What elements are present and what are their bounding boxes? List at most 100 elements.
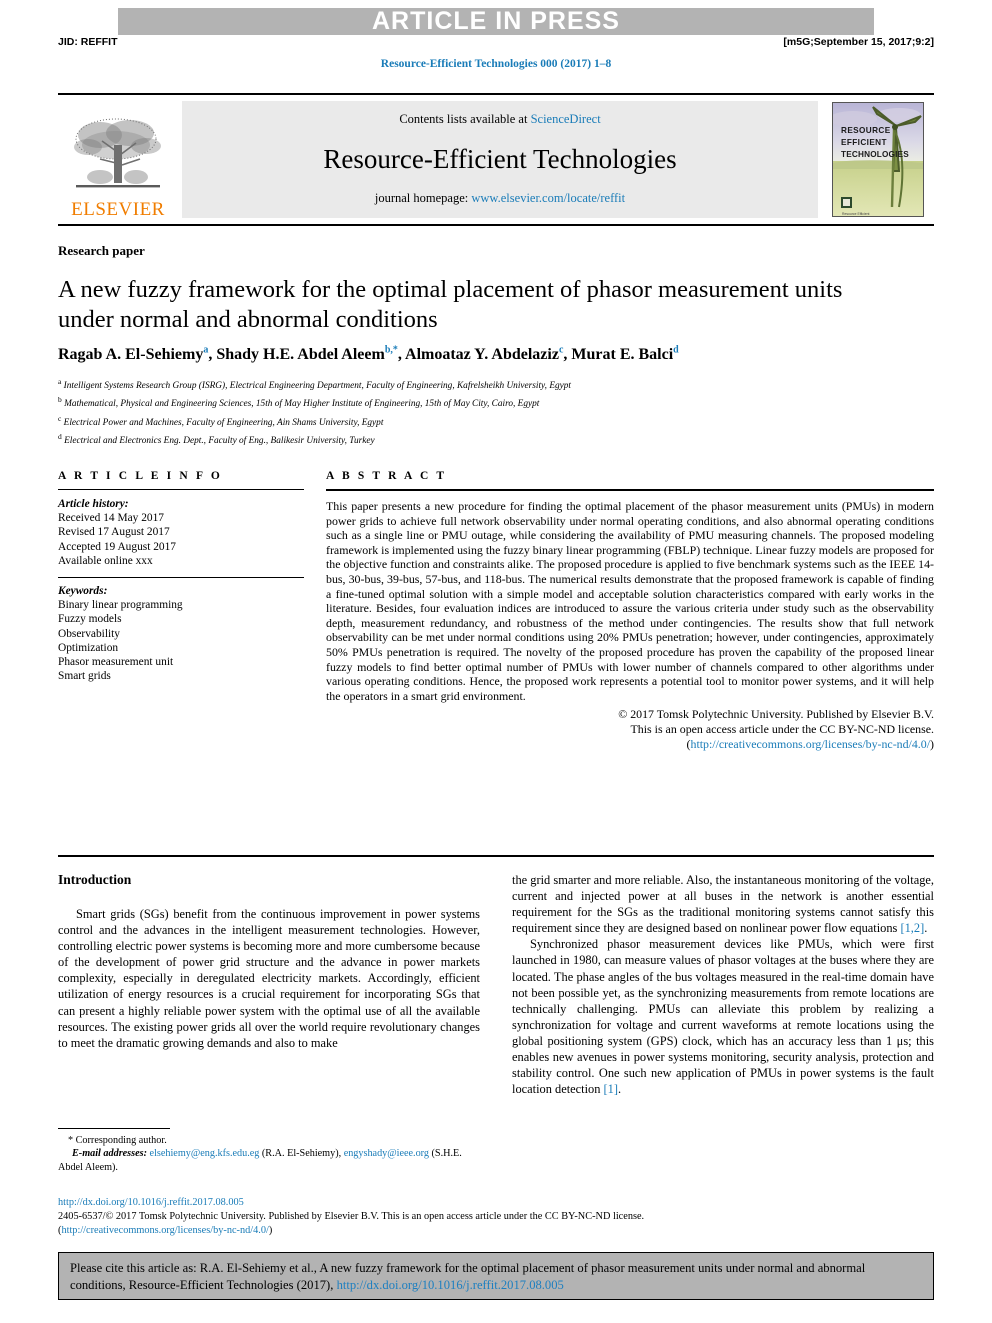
para-right-2-a: Synchronized phasor measurement devices … <box>512 937 934 1097</box>
article-page: ARTICLE IN PRESS JID: REFFIT [m5G;Septem… <box>0 0 992 1323</box>
author-1-sep: , <box>397 346 406 364</box>
keyword-item: Smart grids <box>58 670 111 683</box>
article-info-heading: A R T I C L E I N F O <box>58 470 223 482</box>
para-right-1-a: the grid smarter and more reliable. Also… <box>512 873 934 936</box>
doi-link[interactable]: http://dx.doi.org/10.1016/j.reffit.2017.… <box>58 1196 934 1210</box>
author-0-name: Ragab A. El-Sehiemy <box>58 346 204 364</box>
email-label: E-mail addresses: <box>72 1148 147 1160</box>
history-item: Revised 17 August 2017 <box>58 526 170 539</box>
contents-available-line: Contents lists available at ScienceDirec… <box>399 112 600 127</box>
journal-title: Resource-Efficient Technologies <box>323 143 677 174</box>
journal-cover-image: Resource Efficient RESOURCE EFFICIENT TE… <box>832 102 924 217</box>
please-cite-box: Please cite this article as: R.A. El-Seh… <box>58 1252 934 1300</box>
affiliation-2-sup: c <box>58 413 62 423</box>
email-link-1[interactable]: elsehiemy@eng.kfs.edu.eg <box>150 1148 260 1159</box>
body-column-left: Introduction Smart grids (SGs) benefit f… <box>58 872 480 1097</box>
abstract-bottom-rule <box>58 855 934 857</box>
footer-license-link[interactable]: http://creativecommons.org/licenses/by-n… <box>61 1225 268 1236</box>
affiliation-list: a Intelligent Systems Research Group (IS… <box>58 375 934 448</box>
info-abstract-region: A R T I C L E I N F O Article history: R… <box>58 470 934 751</box>
svg-text:TECHNOLOGIES: TECHNOLOGIES <box>841 150 909 159</box>
journal-homepage-line: journal homepage: www.elsevier.com/locat… <box>375 191 625 206</box>
affiliation-item: d Electrical and Electronics Eng. Dept.,… <box>58 430 934 448</box>
abstract-heading: A B S T R A C T <box>326 470 447 482</box>
cc-license-link[interactable]: http://creativecommons.org/licenses/by-n… <box>691 737 931 751</box>
paren-close: ) <box>930 736 934 751</box>
abstract-body: This paper presents a new procedure for … <box>326 499 934 703</box>
sciencedirect-link[interactable]: ScienceDirect <box>531 112 601 126</box>
introduction-heading: Introduction <box>58 872 132 887</box>
journal-id: JID: REFFIT <box>58 36 118 48</box>
abstract-rule <box>326 489 934 491</box>
journal-homepage-link[interactable]: www.elsevier.com/locate/reffit <box>471 191 625 205</box>
svg-text:RESOURCE: RESOURCE <box>841 126 891 135</box>
para-right-2-b: . <box>617 1082 622 1097</box>
copyright-line-2: This is an open access article under the… <box>630 721 934 736</box>
journal-cover-container: Resource Efficient RESOURCE EFFICIENT TE… <box>822 95 934 224</box>
masthead-bottom-rule <box>58 224 934 226</box>
keywords-label: Keywords: <box>58 585 108 598</box>
article-info-rule <box>58 489 304 490</box>
affiliation-item: a Intelligent Systems Research Group (IS… <box>58 375 934 393</box>
keywords-separator: Keywords: Binary linear programming Fuzz… <box>58 577 304 683</box>
section-type-label: Research paper <box>58 243 145 258</box>
author-3: Murat E. Balcid <box>571 345 679 364</box>
affiliation-3-sup: d <box>58 431 62 441</box>
author-list: Ragab A. El-Sehiemya, Shady H.E. Abdel A… <box>58 345 934 364</box>
article-history-label: Article history: <box>58 498 129 510</box>
keyword-item: Optimization <box>58 641 119 654</box>
corresponding-author-footnote: * Corresponding author. E-mail addresses… <box>58 1128 480 1174</box>
page-title: A new fuzzy framework for the optimal pl… <box>58 276 843 333</box>
copyright-license-line: (http://creativecommons.org/licenses/by-… <box>326 737 934 752</box>
svg-text:EFFICIENT: EFFICIENT <box>841 138 887 147</box>
journal-masthead: ELSEVIER Contents lists available at Sci… <box>58 93 934 224</box>
cite-doi-link[interactable]: http://dx.doi.org/10.1016/j.reffit.2017.… <box>337 1278 564 1292</box>
article-history-block: Article history: Received 14 May 2017 Re… <box>58 497 304 568</box>
para-right-1-b: . <box>924 921 928 936</box>
keyword-item: Phasor measurement unit <box>58 656 174 669</box>
article-info-column: A R T I C L E I N F O Article history: R… <box>58 470 326 751</box>
footer-paren-close: ) <box>268 1225 273 1236</box>
affiliation-item: b Mathematical, Physical and Engineering… <box>58 393 934 411</box>
issn-copyright-line: 2405-6537/© 2017 Tomsk Polytechnic Unive… <box>58 1211 645 1222</box>
affiliation-1-sup: b <box>58 395 62 405</box>
contents-panel: Contents lists available at ScienceDirec… <box>182 101 818 218</box>
body-column-right: the grid smarter and more reliable. Also… <box>512 872 934 1097</box>
author-1: Shady H.E. Abdel Aleemb,*, <box>216 345 406 364</box>
introduction-paragraph-left: Smart grids (SGs) benefit from the conti… <box>58 907 480 1050</box>
abstract-column: A B S T R A C T This paper presents a ne… <box>326 470 934 751</box>
footnote-text: * Corresponding author. E-mail addresses… <box>58 1134 480 1174</box>
svg-text:Resource Efficient: Resource Efficient <box>842 212 870 216</box>
affiliation-1-text: Mathematical, Physical and Engineering S… <box>64 399 540 410</box>
history-item: Accepted 19 August 2017 <box>58 540 176 553</box>
publisher-footer: http://dx.doi.org/10.1016/j.reffit.2017.… <box>58 1196 934 1238</box>
running-head: JID: REFFIT [m5G;September 15, 2017;9:2] <box>58 36 934 48</box>
copyright-line-1: © 2017 Tomsk Polytechnic University. Pub… <box>618 707 934 722</box>
keyword-item: Binary linear programming <box>58 599 183 612</box>
elsevier-wordmark: ELSEVIER <box>71 199 165 220</box>
email-link-2[interactable]: engyshady@ieee.org <box>344 1148 429 1159</box>
email-addresses-line: E-mail addresses: elsehiemy@eng.kfs.edu.… <box>58 1147 480 1174</box>
affiliation-0-text: Intelligent Systems Research Group (ISRG… <box>63 381 572 392</box>
elsevier-logo: ELSEVIER <box>58 95 178 224</box>
history-item: Available online xxx <box>58 554 153 567</box>
footnote-rule <box>58 1128 170 1129</box>
citation-ref-1[interactable]: [1] <box>604 1082 618 1096</box>
author-3-sup: d <box>673 345 679 356</box>
article-in-press-banner: ARTICLE IN PRESS <box>118 8 874 35</box>
typesetter-stamp: [m5G;September 15, 2017;9:2] <box>783 36 934 48</box>
affiliation-item: c Electrical Power and Machines, Faculty… <box>58 412 934 430</box>
author-2: Almoataz Y. Abdelazizc, <box>405 345 571 364</box>
author-3-name: Murat E. Balci <box>571 346 674 364</box>
citation-ref-1-2[interactable]: [1,2] <box>900 921 924 935</box>
author-1-name: Shady H.E. Abdel Aleem <box>216 346 385 364</box>
author-2-name: Almoataz Y. Abdelaziz <box>405 346 559 364</box>
author-0: Ragab A. El-Sehiemya, <box>58 345 216 364</box>
contents-prefix: Contents lists available at <box>399 112 531 126</box>
corresponding-author-line: * Corresponding author. <box>68 1135 167 1146</box>
homepage-prefix: journal homepage: <box>374 191 472 205</box>
author-1-sup: b,* <box>384 345 398 356</box>
history-item: Received 14 May 2017 <box>58 512 164 525</box>
affiliation-3-text: Electrical and Electronics Eng. Dept., F… <box>64 435 375 446</box>
keywords-block: Keywords: Binary linear programming Fuzz… <box>58 584 304 683</box>
